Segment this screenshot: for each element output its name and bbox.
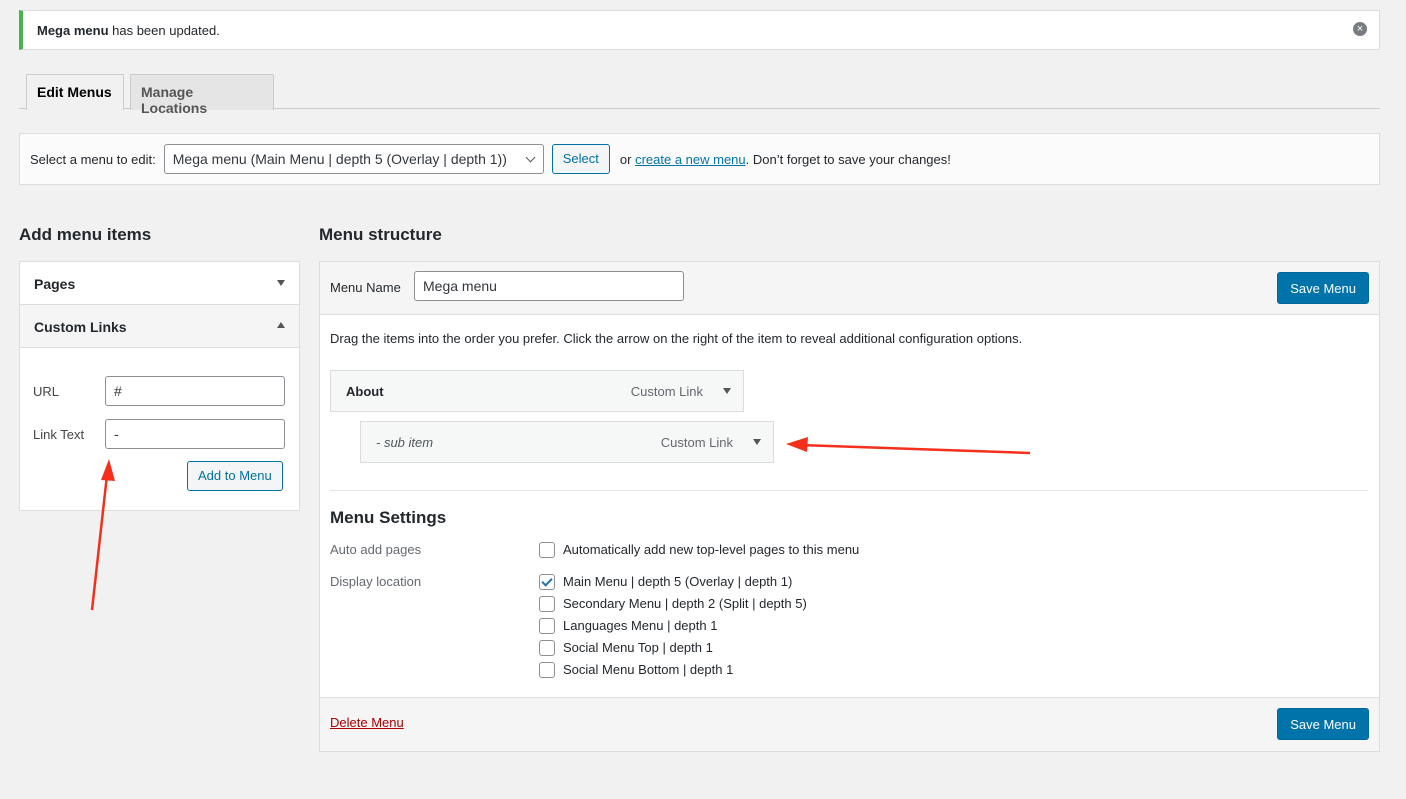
annotation-arrowhead-left [101, 459, 115, 481]
annotation-arrow-left [90, 474, 109, 611]
annotation-arrows [90, 437, 1031, 611]
annotation-arrowhead-right [786, 437, 808, 452]
annotation-arrow-right [799, 443, 1031, 455]
